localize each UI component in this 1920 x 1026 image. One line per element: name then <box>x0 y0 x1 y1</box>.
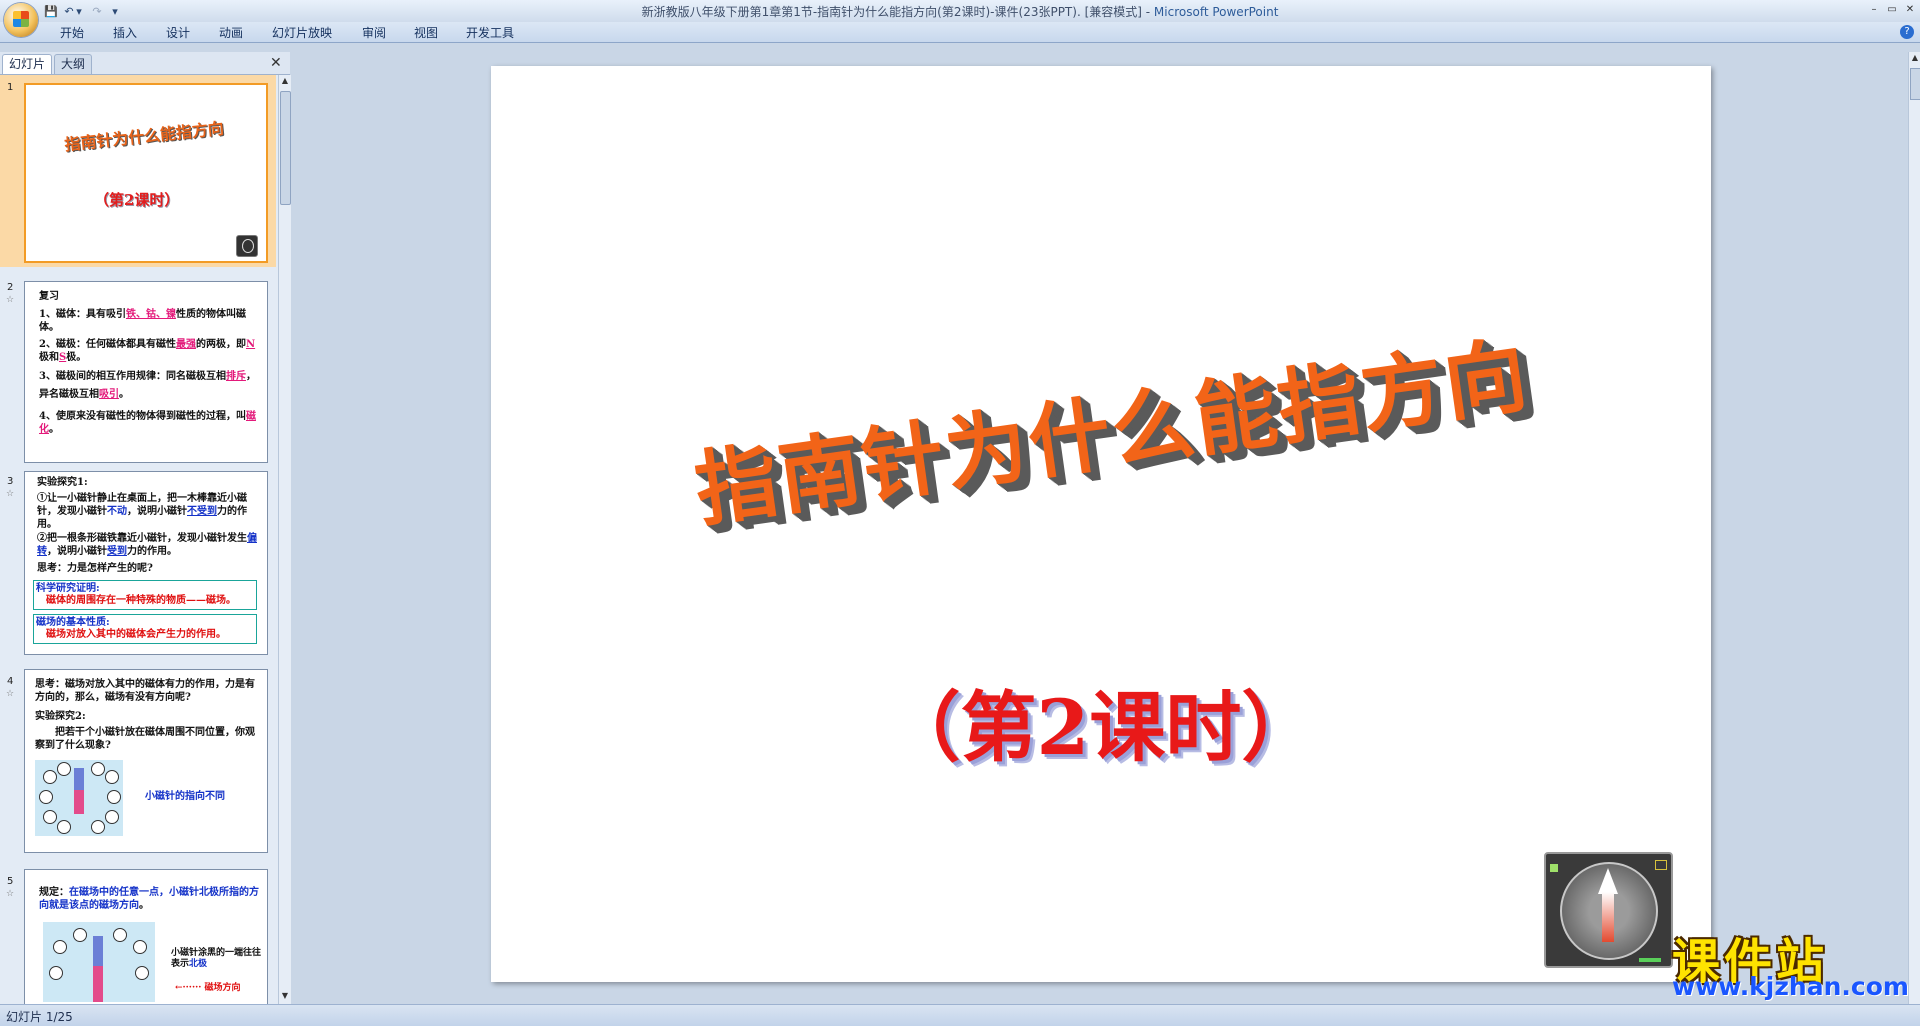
document-title: 新浙教版八年级下册第1章第1节-指南针为什么能指方向(第2课时)-课件(23张P… <box>641 5 1142 19</box>
thumb-rule: 规定：在磁场中的任意一点，小磁针北极所指的方向就是该点的磁场方向。 <box>39 887 259 911</box>
status-bar: 幻灯片 1/25 <box>0 1004 1920 1026</box>
thumb-line-3: 3、磁极间的相互作用规律：同名磁极互相排斥，异名磁极互相吸引。 <box>39 371 256 400</box>
thumb-arrow-label: ←······ 磁场方向 <box>175 983 241 993</box>
thumbnail-number: 4 <box>7 676 14 687</box>
thumbnail-row-1[interactable]: 1 指南针为什么能指方向 （第2课时） <box>0 75 276 267</box>
slide-indicator: 幻灯片 1/25 <box>6 1010 73 1024</box>
tab-developer[interactable]: 开发工具 <box>466 24 514 41</box>
thumb-box-2: 磁场的基本性质: 磁场对放入其中的磁体会产生力的作用。 <box>33 614 257 644</box>
animation-star-icon: ☆ <box>6 689 15 699</box>
thumbnail-number: 2 <box>7 282 14 293</box>
scroll-up-icon[interactable]: ▲ <box>1910 53 1920 65</box>
thumb-think: 思考：力是怎样产生的呢? <box>37 563 153 574</box>
thumb-heading: 复习 <box>39 291 59 302</box>
thumbnail-row-3[interactable]: 3 ☆ 实验探究1: ①让一小磁针静止在桌面上，把一木棒靠近小磁针，发现小磁针不… <box>0 469 276 661</box>
thumbnail-row-2[interactable]: 2 ☆ 复习 1、磁体：具有吸引铁、钴、镍性质的物体叫磁体。 2、磁极：任何磁体… <box>0 275 276 463</box>
magnet-figure <box>35 760 123 836</box>
thumb-note: 小磁针涂黑的一端往往表示北极 <box>171 948 262 969</box>
thumbnail-row-5[interactable]: 5 ☆ 规定：在磁场中的任意一点，小磁针北极所指的方向就是该点的磁场方向。 小磁… <box>0 869 276 1004</box>
thumb-line-4: 4、使原来没有磁性的物体得到磁性的过程，叫磁化。 <box>39 411 256 435</box>
compass-icon <box>236 235 258 257</box>
magnet-figure <box>43 922 155 1002</box>
thumb-para-2: ②把一根条形磁铁靠近小磁针，发现小磁针发生偏转，说明小磁针受到力的作用。 <box>37 533 257 557</box>
tab-slideshow[interactable]: 幻灯片放映 <box>272 24 332 41</box>
slides-panel: 幻灯片 大纲 ✕ 1 指南针为什么能指方向 （第2课时） 2 ☆ 复习 1、磁体… <box>0 52 291 1004</box>
thumb-title: 指南针为什么能指方向 <box>63 118 225 155</box>
slide-subtitle[interactable]: （第2课时） <box>851 666 1351 776</box>
window-title: 新浙教版八年级下册第1章第1节-指南针为什么能指方向(第2课时)-课件(23张P… <box>641 5 1279 19</box>
tab-animations[interactable]: 动画 <box>219 24 243 41</box>
thumb-para-1: ①让一小磁针静止在桌面上，把一木棒靠近小磁针，发现小磁针不动，说明小磁针不受到力… <box>37 493 247 530</box>
maximize-button[interactable]: ▭ <box>1884 2 1900 16</box>
thumb-box-1: 科学研究证明: 磁体的周围存在一种特殊的物质——磁场。 <box>33 580 257 610</box>
thumb-subtitle: （第2课时） <box>94 191 180 209</box>
title-bar: 💾 ↶ ▾ ↷ ▾ 新浙教版八年级下册第1章第1节-指南针为什么能指方向(第2课… <box>0 0 1920 37</box>
editor-scrollbar[interactable]: ▲ <box>1908 52 1920 1004</box>
panel-tabs: 幻灯片 大纲 ✕ <box>0 52 290 75</box>
thumbnail-number: 5 <box>7 876 14 887</box>
thumb-heading: 实验探究2: <box>35 711 86 722</box>
thumb-heading: 实验探究1: <box>37 477 88 488</box>
slide-thumbnail-2[interactable]: 复习 1、磁体：具有吸引铁、钴、镍性质的物体叫磁体。 2、磁极：任何磁体都具有磁… <box>24 281 268 463</box>
slide-title[interactable]: 指南针为什么能指方向 <box>608 297 1615 554</box>
slide-thumbnail-5[interactable]: 规定：在磁场中的任意一点，小磁针北极所指的方向就是该点的磁场方向。 小磁针涂黑的… <box>24 869 268 1004</box>
editor-scrollbar-thumb[interactable] <box>1910 68 1920 100</box>
tab-design[interactable]: 设计 <box>166 24 190 41</box>
scrollbar-thumb[interactable] <box>280 91 291 205</box>
thumb-line-1: 1、磁体：具有吸引铁、钴、镍性质的物体叫磁体。 <box>39 309 246 333</box>
thumb-caption: 小磁针的指向不同 <box>145 791 225 802</box>
watermark-url: www.kjzhan.com <box>1672 972 1909 1001</box>
minimize-button[interactable]: – <box>1866 2 1882 16</box>
thumb-body: 把若干个小磁针放在磁体周围不同位置，你观察到了什么现象? <box>35 727 255 751</box>
tab-home[interactable]: 开始 <box>60 24 84 41</box>
thumbnail-row-4[interactable]: 4 ☆ 思考：磁场对放入其中的磁体有力的作用，力是有方向的，那么，磁场有没有方向… <box>0 669 276 861</box>
thumbnail-number: 1 <box>7 82 14 93</box>
thumbnail-list: 1 指南针为什么能指方向 （第2课时） 2 ☆ 复习 1、磁体：具有吸引铁、钴、… <box>0 75 276 1004</box>
slide-thumbnail-4[interactable]: 思考：磁场对放入其中的磁体有力的作用，力是有方向的，那么，磁场有没有方向呢? 实… <box>24 669 268 853</box>
app-name: Microsoft PowerPoint <box>1153 5 1279 19</box>
scroll-down-icon[interactable]: ▼ <box>280 991 290 1003</box>
slide-canvas[interactable]: 指南针为什么能指方向 （第2课时） <box>491 66 1711 982</box>
thumbnail-scrollbar[interactable]: ▲ ▼ <box>278 75 291 1004</box>
animation-star-icon: ☆ <box>6 489 15 499</box>
slide-thumbnail-3[interactable]: 实验探究1: ①让一小磁针静止在桌面上，把一木棒靠近小磁针，发现小磁针不动，说明… <box>24 471 268 655</box>
help-icon[interactable]: ? <box>1900 25 1914 39</box>
close-button[interactable]: ✕ <box>1902 2 1918 16</box>
office-button[interactable] <box>4 3 38 37</box>
tab-outline[interactable]: 大纲 <box>54 54 93 74</box>
thumb-think: 思考：磁场对放入其中的磁体有力的作用，力是有方向的，那么，磁场有没有方向呢? <box>35 679 255 703</box>
animation-star-icon: ☆ <box>6 295 15 305</box>
ribbon-tab-bar: 开始 插入 设计 动画 幻灯片放映 审阅 视图 开发工具 ? <box>0 22 1920 43</box>
tab-insert[interactable]: 插入 <box>113 24 137 41</box>
thumb-line-2: 2、磁极：任何磁体都具有磁性最强的两极，即N极和S极。 <box>39 339 256 363</box>
compass-icon[interactable] <box>1544 852 1673 968</box>
office-logo-icon <box>13 11 29 27</box>
close-panel-icon[interactable]: ✕ <box>270 55 282 71</box>
tab-slides[interactable]: 幻灯片 <box>2 54 53 74</box>
thumbnail-number: 3 <box>7 476 14 487</box>
slide-thumbnail-1[interactable]: 指南针为什么能指方向 （第2课时） <box>24 83 268 263</box>
tab-review[interactable]: 审阅 <box>362 24 386 41</box>
tab-view[interactable]: 视图 <box>414 24 438 41</box>
animation-star-icon: ☆ <box>6 889 15 899</box>
scroll-up-icon[interactable]: ▲ <box>280 76 290 88</box>
